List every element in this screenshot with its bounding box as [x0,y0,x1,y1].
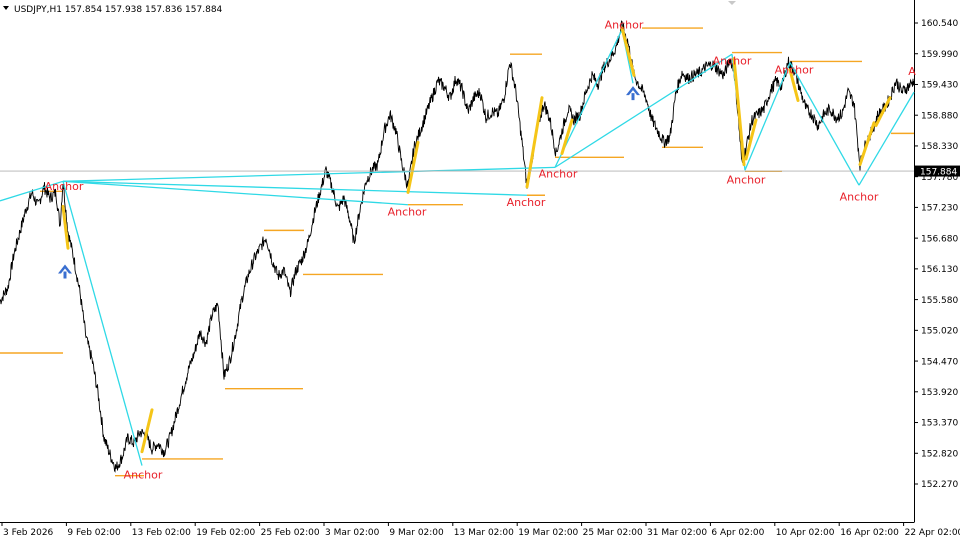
current-price-label: 157.884 [920,167,957,177]
anchor-label: Anchor [507,196,546,209]
arrow-stem [631,93,635,101]
y-tick-label: 158.330 [921,142,958,152]
price-series [0,20,915,473]
y-tick-label: 156.680 [921,234,958,244]
y-tick-label: 152.820 [921,449,958,459]
x-tick-label: 25 Mar 02:00 [583,528,643,538]
y-tick-label: 160.540 [921,19,958,29]
x-tick-label: 19 Feb 02:00 [196,528,255,538]
y-tick-label: 155.580 [921,296,958,306]
x-tick-label: 6 Apr 02:00 [711,528,764,538]
x-tick-label: 16 Apr 02:00 [840,528,899,538]
y-tick-label: 156.130 [921,265,958,275]
anchor-label: A [908,65,916,78]
x-tick-label: 9 Feb 02:00 [67,528,121,538]
symbol-info: USDJPY,H1 157.854 157.938 157.836 157.88… [14,5,223,15]
anchor-label: Anchor [45,180,84,193]
y-tick-label: 155.020 [921,327,958,337]
zigzag-segment [62,180,528,196]
y-tick-label: 157.230 [921,204,958,214]
x-tick-label: 3 Feb 2026 [3,528,54,538]
y-tick-label: 158.880 [921,111,958,121]
impulse-segment [874,96,892,128]
y-tick-label: 159.990 [921,50,958,60]
y-tick-label: 154.470 [921,357,958,367]
anchor-label: Anchor [539,168,578,181]
x-tick-label: 31 Mar 02:00 [647,528,707,538]
anchor-label: Anchor [775,63,814,76]
impulse-lines [61,26,892,454]
y-tick-label: 152.270 [921,480,958,490]
arrow-stem [63,271,67,279]
zigzag-segment [789,62,860,186]
impulse-segment [858,121,876,167]
impulse-segment [620,26,636,77]
x-tick-label: 22 Apr 02:00 [905,528,960,538]
dropdown-triangle-icon[interactable] [3,6,9,10]
chart-area: Anchor Anchor Anchor Anchor Anchor Anchor Anch… [0,0,960,538]
zigzag-segment [62,180,409,206]
anchor-label: Anchor [388,205,427,218]
anchor-label: Anchor [124,469,163,482]
current-price-marker: 157.884 [915,165,960,177]
y-tick-label: 153.920 [921,388,958,398]
scroll-marker-icon[interactable] [728,1,736,5]
anchor-label: Anchor [713,54,752,67]
chart-header: USDJPY,H1 157.854 157.938 157.836 157.88… [3,5,223,15]
y-axis: 160.540159.990159.430158.880158.330157.7… [914,19,958,490]
x-tick-label: 25 Feb 02:00 [261,528,320,538]
x-tick-label: 10 Apr 02:00 [776,528,835,538]
y-tick-label: 159.430 [921,81,958,91]
x-axis: 3 Feb 2026 9 Feb 02:00 13 Feb 02:00 19 Feb … [1,522,960,538]
anchor-label: Anchor [605,19,644,32]
x-tick-label: 13 Feb 02:00 [132,528,191,538]
zigzag-lines [0,29,915,466]
x-tick-label: 3 Mar 02:00 [325,528,380,538]
y-tick-label: 153.370 [921,419,958,429]
anchor-label: Anchor [840,190,879,203]
buy-arrows [58,86,640,279]
zigzag-segment [62,166,556,182]
anchor-label: Anchor [727,174,766,187]
x-tick-label: 19 Mar 02:00 [518,528,578,538]
impulse-segment [732,57,746,167]
price-line [0,20,915,473]
x-tick-label: 9 Mar 02:00 [389,528,444,538]
x-tick-label: 13 Mar 02:00 [454,528,514,538]
